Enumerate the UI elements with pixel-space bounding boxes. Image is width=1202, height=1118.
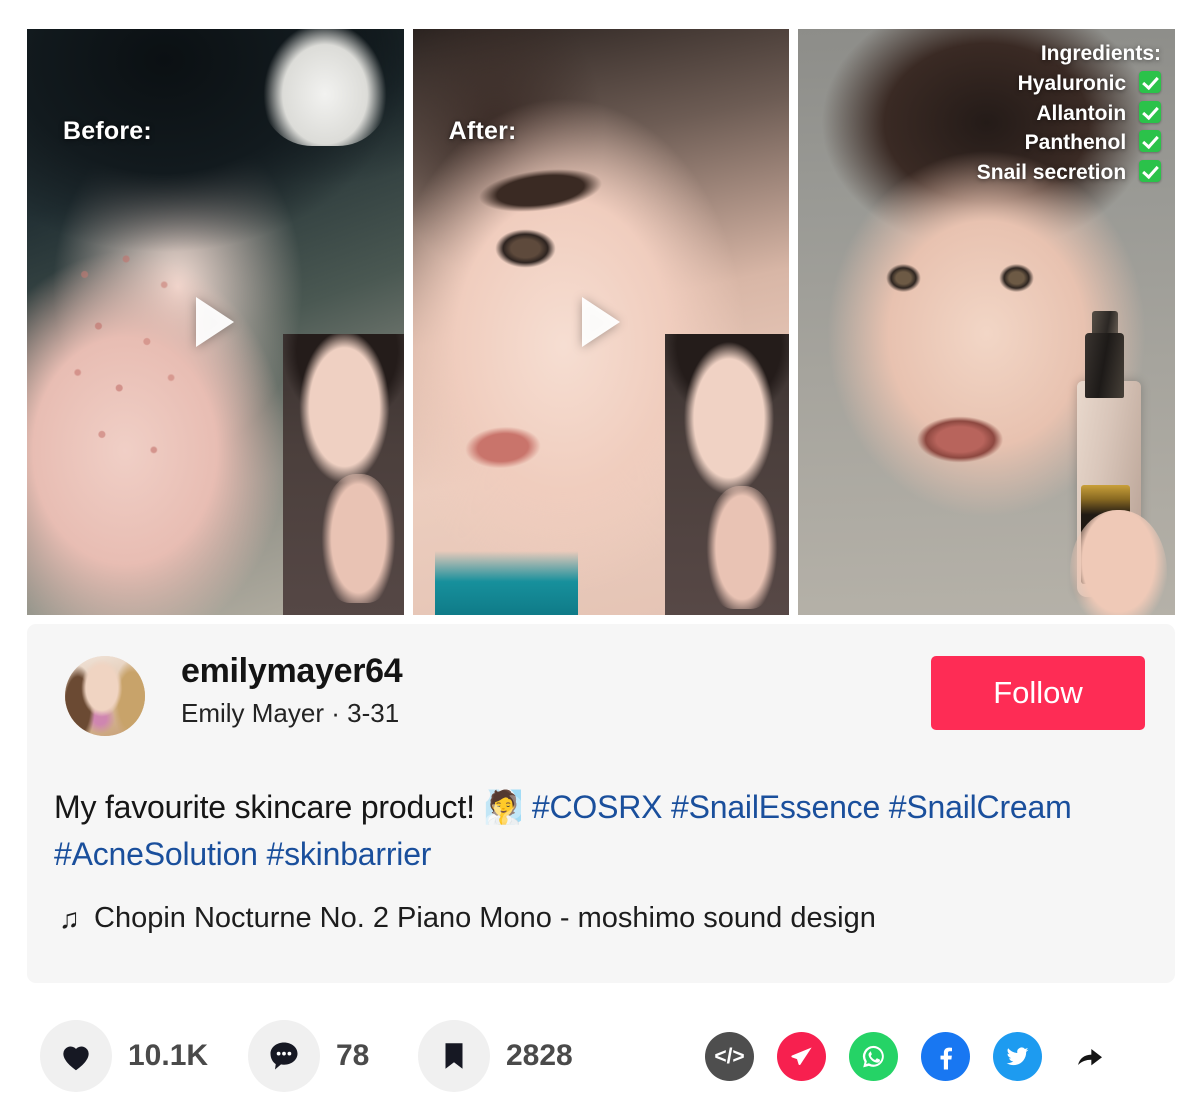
play-icon[interactable] — [582, 297, 620, 347]
ingredient-item-3: Snail secretion — [976, 158, 1162, 188]
music-row[interactable]: ♫ Chopin Nocturne No. 2 Piano Mono - mos… — [59, 902, 876, 935]
send-icon[interactable] — [777, 1032, 826, 1081]
before-label: Before: — [63, 117, 152, 145]
check-icon — [1139, 100, 1162, 123]
after-label: After: — [448, 117, 517, 145]
caption-text: My favourite skincare product! 🧖 — [54, 789, 532, 825]
ingredients-overlay: Ingredients: Hyaluronic Allantoin Panthe… — [976, 39, 1162, 188]
video-panel-ingredients[interactable]: Ingredients: Hyaluronic Allantoin Panthe… — [798, 29, 1176, 615]
heart-icon[interactable] — [40, 1020, 112, 1092]
action-bar: 10.1K 78 2828 </> — [0, 1010, 1202, 1110]
ingredient-label: Hyaluronic — [1017, 71, 1127, 95]
video-panel-after[interactable]: After: — [412, 29, 790, 615]
check-icon — [1139, 160, 1162, 183]
play-icon[interactable] — [196, 297, 235, 347]
author-meta: Emily Mayer · 3-31 — [181, 698, 399, 729]
share-row: </> — [705, 1032, 1114, 1081]
hashtag-skinbarrier[interactable]: #skinbarrier — [266, 836, 431, 872]
share-arrow-icon[interactable] — [1065, 1032, 1114, 1081]
comment-count: 78 — [336, 1039, 370, 1072]
comment-icon[interactable] — [248, 1020, 320, 1092]
check-icon — [1139, 70, 1162, 93]
like-stat[interactable]: 10.1K — [40, 1020, 208, 1092]
check-icon — [1139, 130, 1162, 153]
like-count: 10.1K — [128, 1039, 209, 1072]
bookmark-count: 2828 — [506, 1039, 573, 1072]
music-title[interactable]: Chopin Nocturne No. 2 Piano Mono - moshi… — [94, 902, 876, 935]
bookmark-icon[interactable] — [418, 1020, 490, 1092]
hashtag-snailcream[interactable]: #SnailCream — [889, 789, 1072, 825]
music-note-icon: ♫ — [59, 902, 80, 934]
author-header: emilymayer64 Emily Mayer · 3-31 Follow — [65, 652, 1145, 736]
ingredient-item-0: Hyaluronic — [977, 69, 1162, 99]
gloved-hand — [260, 29, 389, 147]
bookmark-stat[interactable]: 2828 — [418, 1020, 573, 1092]
tiktok-post-page: Before: After: Ingredients: Hyaluronic A… — [0, 0, 1202, 1118]
follow-button[interactable]: Follow — [931, 656, 1145, 730]
ingredient-item-2: Panthenol — [977, 128, 1162, 158]
hashtag-acnesolution[interactable]: #AcneSolution — [54, 836, 258, 872]
ingredient-label: Allantoin — [1036, 101, 1127, 125]
avatar[interactable] — [65, 656, 145, 736]
post-info-card: emilymayer64 Emily Mayer · 3-31 Follow M… — [27, 624, 1175, 983]
whatsapp-icon[interactable] — [849, 1032, 898, 1081]
display-name: Emily Mayer — [181, 698, 325, 728]
username[interactable]: emilymayer64 — [181, 652, 403, 691]
ingredients-title: Ingredients: — [1040, 42, 1162, 65]
ingredient-label: Panthenol — [1024, 131, 1127, 155]
post-date: 3-31 — [347, 698, 400, 728]
hashtag-snailessence[interactable]: #SnailEssence — [671, 789, 880, 825]
meta-separator: · — [331, 698, 340, 728]
hashtag-cosrx[interactable]: #COSRX — [532, 789, 663, 825]
video-panel-strip: Before: After: Ingredients: Hyaluronic A… — [27, 29, 1176, 615]
facebook-icon[interactable] — [921, 1032, 970, 1081]
comment-stat[interactable]: 78 — [248, 1020, 369, 1092]
ingredient-label: Snail secretion — [976, 161, 1127, 185]
ingredient-item-1: Allantoin — [977, 99, 1162, 129]
post-caption: My favourite skincare product! 🧖 #COSRX … — [54, 784, 1115, 879]
twitter-icon[interactable] — [993, 1032, 1042, 1081]
embed-code-icon[interactable]: </> — [705, 1032, 754, 1081]
video-panel-before[interactable]: Before: — [27, 29, 404, 615]
